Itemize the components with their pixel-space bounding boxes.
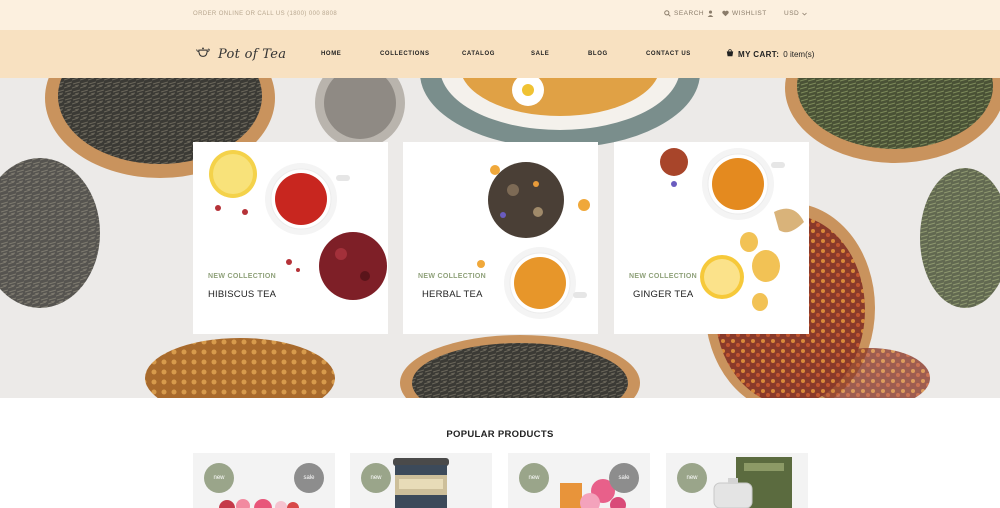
nav-catalog[interactable]: CATALOG	[462, 51, 495, 57]
product-card[interactable]: new	[666, 453, 808, 508]
new-badge: new	[361, 463, 391, 493]
wishlist-label: WISHLIST	[732, 10, 767, 17]
nav-contact-us[interactable]: CONTACT US	[646, 51, 691, 57]
card-title: HIBISCUS TEA	[208, 289, 277, 300]
search-icon	[664, 10, 671, 17]
herbal-tea-image	[477, 162, 590, 319]
chevron-down-icon	[802, 12, 807, 16]
nav-home[interactable]: HOME	[321, 51, 341, 57]
card-eyebrow: NEW COLLECTION	[208, 273, 276, 280]
nav-blog[interactable]: BLOG	[588, 51, 608, 57]
currency-selector[interactable]: USD	[784, 10, 807, 17]
cart-link[interactable]: MY CART: 0 item(s)	[726, 49, 814, 59]
card-title: HERBAL TEA	[422, 289, 483, 300]
collection-card-herbal[interactable]: NEW COLLECTION HERBAL TEA	[403, 142, 598, 334]
user-icon	[707, 10, 714, 17]
heart-icon	[722, 10, 729, 17]
nav-collections[interactable]: COLLECTIONS	[380, 51, 430, 57]
account-link[interactable]	[707, 10, 714, 17]
cart-label: MY CART:	[738, 49, 780, 59]
search-link[interactable]: SEARCH	[664, 10, 704, 17]
new-badge: new	[677, 463, 707, 493]
logo-text: Pot of Tea	[218, 46, 287, 62]
product-card[interactable]: new sale	[508, 453, 650, 508]
new-badge: new	[204, 463, 234, 493]
teapot-icon	[196, 45, 210, 63]
ginger-tea-image	[660, 148, 804, 311]
new-badge: new	[519, 463, 549, 493]
collection-card-ginger[interactable]: NEW COLLECTION GINGER TEA	[614, 142, 809, 334]
collection-card-hibiscus[interactable]: NEW COLLECTION HIBISCUS TEA	[193, 142, 388, 334]
nav-sale[interactable]: SALE	[531, 51, 549, 57]
card-eyebrow: NEW COLLECTION	[629, 273, 697, 280]
search-label: SEARCH	[674, 10, 705, 17]
contact-phone-text: ORDER ONLINE OR CALL US (1800) 000 8808	[193, 11, 338, 17]
card-title: GINGER TEA	[633, 289, 694, 300]
main-header: Pot of Tea HOME COLLECTIONS CATALOG SALE…	[0, 30, 1000, 78]
hero-banner: NEW COLLECTION HIBISCUS TEA NEW COLLECTI…	[0, 78, 1000, 398]
card-eyebrow: NEW COLLECTION	[418, 273, 486, 280]
popular-products-heading: POPULAR PRODUCTS	[446, 429, 554, 440]
top-bar: ORDER ONLINE OR CALL US (1800) 000 8808 …	[0, 0, 1000, 30]
cart-icon	[726, 49, 734, 59]
hibiscus-tea-image	[209, 150, 387, 300]
sale-badge: sale	[609, 463, 639, 493]
site-logo[interactable]: Pot of Tea	[196, 45, 286, 63]
product-card[interactable]: new	[350, 453, 492, 508]
wishlist-link[interactable]: WISHLIST	[722, 10, 767, 17]
cart-count: 0 item(s)	[783, 49, 815, 59]
currency-value: USD	[784, 10, 800, 17]
product-card[interactable]: new sale	[193, 453, 335, 508]
sale-badge: sale	[294, 463, 324, 493]
